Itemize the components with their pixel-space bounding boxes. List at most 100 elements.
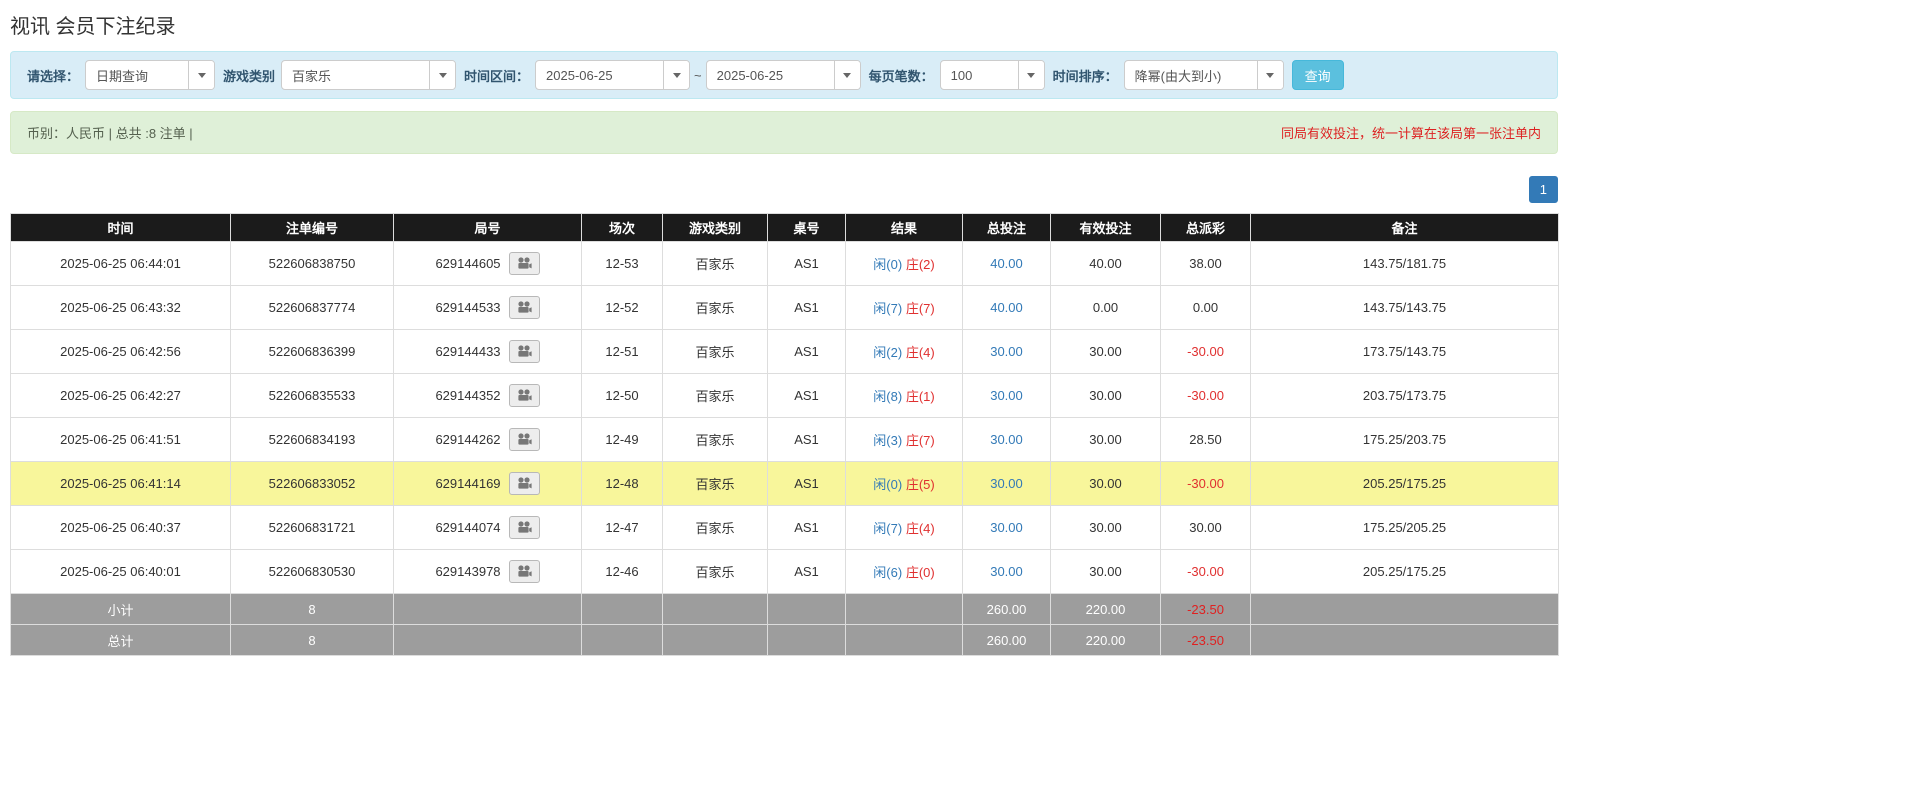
bet-id-cell: 522606834193 (231, 418, 394, 462)
sort-order-select[interactable]: 降幂(由大到小) (1124, 60, 1284, 90)
video-replay-icon (517, 389, 532, 402)
summary-round-cell (394, 594, 582, 625)
result-cell: 闲(7) 庄(4) (846, 506, 963, 550)
round-id: 629144605 (435, 256, 500, 271)
video-replay-button[interactable] (509, 472, 540, 495)
video-replay-button[interactable] (509, 516, 540, 539)
video-replay-icon (517, 433, 532, 446)
round-wrap: 629143978 (435, 560, 539, 583)
column-header: 桌号 (768, 214, 846, 242)
payout-cell: -30.00 (1161, 550, 1251, 594)
video-replay-button[interactable] (509, 560, 540, 583)
per-page-value: 100 (941, 61, 1018, 89)
video-replay-button[interactable] (509, 428, 540, 451)
video-replay-button[interactable] (509, 340, 540, 363)
total-bet-cell: 40.00 (963, 242, 1051, 286)
column-header: 局号 (394, 214, 582, 242)
total-bet-link[interactable]: 30.00 (990, 432, 1023, 447)
table-row: 2025-06-25 06:41:14522606833052629144169… (11, 462, 1559, 506)
time-cell: 2025-06-25 06:41:51 (11, 418, 231, 462)
search-button[interactable]: 查询 (1292, 60, 1344, 90)
round-wrap: 629144533 (435, 296, 539, 319)
per-page-label: 每页笔数： (869, 66, 934, 85)
total-bet-link[interactable]: 30.00 (990, 388, 1023, 403)
video-replay-icon (517, 521, 532, 534)
page-title: 视讯 会员下注纪录 (10, 10, 1558, 39)
per-page-select[interactable]: 100 (940, 60, 1045, 90)
note-cell: 175.25/205.25 (1251, 506, 1559, 550)
time-cell: 2025-06-25 06:40:37 (11, 506, 231, 550)
payout-cell: 38.00 (1161, 242, 1251, 286)
video-replay-icon (517, 565, 532, 578)
betting-records-table: 时间注单编号局号场次游戏类别桌号结果总投注有效投注总派彩备注 2025-06-2… (10, 213, 1559, 656)
game-type-cell: 百家乐 (663, 330, 768, 374)
player-result: 闲(6) (873, 565, 902, 580)
table-row: 2025-06-25 06:42:56522606836399629144433… (11, 330, 1559, 374)
session-cell: 12-51 (582, 330, 663, 374)
summary-round-cell (394, 625, 582, 656)
summary-session-cell (582, 594, 663, 625)
video-replay-icon (517, 301, 532, 314)
table-no-cell: AS1 (768, 374, 846, 418)
total-bet-cell: 30.00 (963, 462, 1051, 506)
player-result: 闲(7) (873, 521, 902, 536)
table-header-row: 时间注单编号局号场次游戏类别桌号结果总投注有效投注总派彩备注 (11, 214, 1559, 242)
session-cell: 12-46 (582, 550, 663, 594)
note-cell: 175.25/203.75 (1251, 418, 1559, 462)
note-cell: 203.75/173.75 (1251, 374, 1559, 418)
sort-order-value: 降幂(由大到小) (1125, 61, 1257, 89)
total-bet-link[interactable]: 30.00 (990, 344, 1023, 359)
note-cell: 205.25/175.25 (1251, 550, 1559, 594)
game-type-cell: 百家乐 (663, 418, 768, 462)
date-from-select[interactable]: 2025-06-25 (535, 60, 690, 90)
session-cell: 12-47 (582, 506, 663, 550)
valid-bet-cell: 40.00 (1051, 242, 1161, 286)
page-container: 视讯 会员下注纪录 请选择： 日期查询 游戏类别 百家乐 时间区间： 2025-… (10, 0, 1558, 656)
round-id: 629143978 (435, 564, 500, 579)
date-to-select[interactable]: 2025-06-25 (706, 60, 861, 90)
valid-bet-notice-text: 同局有效投注，统一计算在该局第一张注单内 (1281, 123, 1541, 142)
filter-bar: 请选择： 日期查询 游戏类别 百家乐 时间区间： 2025-06-25 ~ 20… (10, 51, 1558, 99)
summary-label-cell: 总计 (11, 625, 231, 656)
game-type-cell: 百家乐 (663, 286, 768, 330)
summary-row: 总计8260.00220.00-23.50 (11, 625, 1559, 656)
summary-row: 小计8260.00220.00-23.50 (11, 594, 1559, 625)
page-1-button[interactable]: 1 (1529, 176, 1558, 203)
sort-order-label: 时间排序： (1053, 66, 1118, 85)
summary-count-cell: 8 (231, 625, 394, 656)
total-bet-link[interactable]: 40.00 (990, 300, 1023, 315)
total-bet-link[interactable]: 30.00 (990, 564, 1023, 579)
game-type-label: 游戏类别 (223, 66, 275, 85)
note-cell: 205.25/175.25 (1251, 462, 1559, 506)
query-type-value: 日期查询 (86, 61, 188, 89)
total-bet-cell: 30.00 (963, 330, 1051, 374)
payout-cell: 30.00 (1161, 506, 1251, 550)
total-bet-link[interactable]: 30.00 (990, 476, 1023, 491)
column-header: 结果 (846, 214, 963, 242)
total-bet-link[interactable]: 30.00 (990, 520, 1023, 535)
banker-result: 庄(0) (906, 565, 935, 580)
query-type-select[interactable]: 日期查询 (85, 60, 215, 90)
player-result: 闲(0) (873, 477, 902, 492)
total-bet-link[interactable]: 40.00 (990, 256, 1023, 271)
result-cell: 闲(0) 庄(5) (846, 462, 963, 506)
summary-total-bet-cell: 260.00 (963, 594, 1051, 625)
video-replay-button[interactable] (509, 296, 540, 319)
valid-bet-cell: 30.00 (1051, 418, 1161, 462)
game-type-select[interactable]: 百家乐 (281, 60, 456, 90)
summary-bar: 币别：人民币 | 总共 :8 注单 | 同局有效投注，统一计算在该局第一张注单内 (10, 111, 1558, 154)
total-bet-cell: 30.00 (963, 418, 1051, 462)
video-replay-button[interactable] (509, 384, 540, 407)
summary-valid-bet-cell: 220.00 (1051, 594, 1161, 625)
total-bet-cell: 30.00 (963, 506, 1051, 550)
round-wrap: 629144262 (435, 428, 539, 451)
column-header: 游戏类别 (663, 214, 768, 242)
valid-bet-cell: 30.00 (1051, 506, 1161, 550)
summary-total-bet-cell: 260.00 (963, 625, 1051, 656)
round-id-cell: 629144352 (394, 374, 582, 418)
video-replay-button[interactable] (509, 252, 540, 275)
table-row: 2025-06-25 06:40:37522606831721629144074… (11, 506, 1559, 550)
round-id: 629144533 (435, 300, 500, 315)
bet-id-cell: 522606837774 (231, 286, 394, 330)
round-id-cell: 629144605 (394, 242, 582, 286)
